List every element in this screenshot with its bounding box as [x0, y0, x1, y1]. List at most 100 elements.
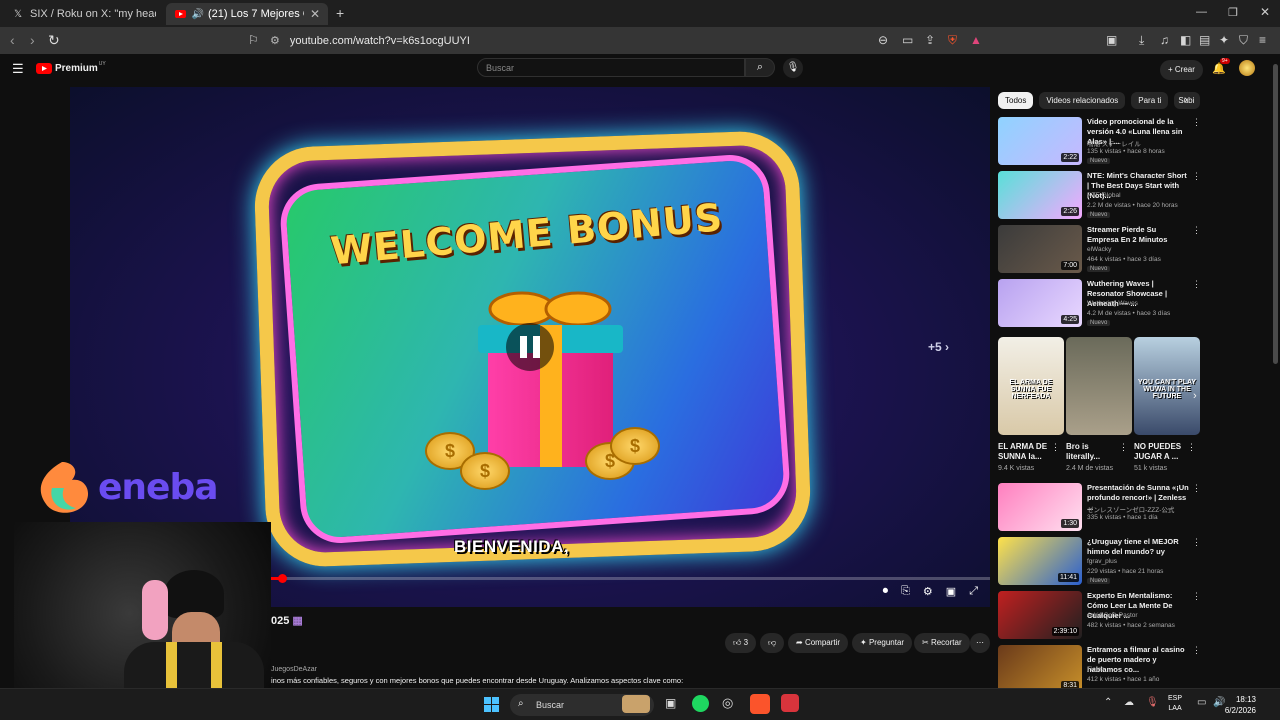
share-icon[interactable]: ⇪ — [925, 33, 935, 47]
create-button[interactable]: + Crear — [1160, 60, 1203, 80]
bookmark-icon[interactable]: ⚐ — [248, 33, 259, 47]
scrubber-handle[interactable] — [277, 574, 287, 583]
tab-youtube[interactable]: 🔊 (21) Los 7 Mejores Casinos Ol ✕ — [166, 3, 328, 25]
dislike-button[interactable]: 👎︎ — [760, 633, 785, 653]
short-title[interactable]: NO PUEDES JUGAR A ... — [1134, 442, 1188, 462]
video-thumbnail[interactable]: 8:31 — [998, 645, 1082, 693]
more-vert-icon[interactable]: ⋮ — [1192, 645, 1201, 656]
more-vert-icon[interactable]: ⋮ — [1192, 117, 1201, 128]
youtube-logo[interactable]: Premium UY — [36, 61, 106, 74]
video-thumbnail[interactable]: 7:00 — [998, 225, 1082, 273]
short-thumbnail[interactable]: EL ARMA DE SUNNA FUE NERFEADA — [998, 337, 1064, 435]
more-vert-icon[interactable]: ⋮ — [1192, 591, 1201, 602]
miniplayer-icon[interactable]: ▣ — [946, 585, 956, 598]
network-tray-icon[interactable]: ☁ — [1124, 697, 1134, 708]
channel-name[interactable]: NTE Global — [1087, 192, 1121, 199]
brave-shield-icon[interactable]: ⛨ — [948, 33, 957, 48]
brave-browser-icon[interactable] — [750, 694, 770, 714]
short-title[interactable]: EL ARMA DE SUNNA la... — [998, 442, 1052, 462]
chips-next-chevron-icon[interactable]: › — [1184, 94, 1188, 106]
clock[interactable]: 18:13 6/2/2026 — [1225, 694, 1256, 716]
sidebar-video[interactable]: 4:25 Wuthering Waves | Resonator Showcas… — [998, 279, 1203, 329]
chip-todos[interactable]: Todos — [998, 92, 1034, 109]
chip-related[interactable]: Videos relacionados — [1039, 92, 1126, 109]
close-window-icon[interactable]: ✕ — [1260, 5, 1270, 19]
more-vert-icon[interactable]: ⋮ — [1192, 171, 1201, 182]
video-description[interactable]: inos más confiables, seguros y con mejor… — [271, 676, 971, 685]
video-title[interactable]: Streamer Pierde Su Empresa En 2 Minutos — [1087, 225, 1189, 245]
menu-icon[interactable]: ≡ — [1259, 33, 1266, 47]
more-videos-button[interactable]: +5 › — [928, 340, 949, 354]
short-title[interactable]: Bro is literally... — [1066, 442, 1120, 462]
site-info-icon[interactable]: ⚙ — [270, 34, 280, 47]
mic-tray-icon[interactable]: 🎙 — [1146, 697, 1159, 708]
video-thumbnail[interactable]: 4:25 — [998, 279, 1082, 327]
video-title[interactable]: ¿Uruguay tiene el MEJOR himno del mundo?… — [1087, 537, 1189, 557]
display-icon[interactable]: ▭ — [1197, 697, 1206, 708]
cast-icon[interactable]: ▭ — [902, 33, 913, 47]
more-vert-icon[interactable]: ⋮ — [1192, 225, 1201, 236]
restore-icon[interactable]: ❐ — [1228, 6, 1238, 19]
sidebar-video[interactable]: 2:26 NTE: Mint's Character Short | The B… — [998, 171, 1203, 221]
pause-button[interactable] — [506, 323, 554, 371]
more-vert-icon[interactable]: ⋮ — [1192, 537, 1201, 548]
subtitles-icon[interactable]: ⎘ — [901, 585, 910, 598]
split-view-icon[interactable]: ◧ — [1180, 33, 1191, 47]
sidebar-video[interactable]: 1:30 Presentación de Sunna «¡Un profundo… — [998, 483, 1203, 533]
share-button[interactable]: ➦ Compartir — [788, 633, 849, 653]
sidebar-video[interactable]: 2:22 Video promocional de la versión 4.0… — [998, 117, 1203, 167]
scrollbar-thumb[interactable] — [1273, 64, 1278, 364]
close-tab-icon[interactable]: ✕ — [310, 7, 320, 21]
sidebar-video[interactable]: 2:39:10 Experto En Mentalismo: Cómo Leer… — [998, 591, 1203, 641]
autoplay-toggle-icon[interactable]: ⏺ — [883, 585, 889, 598]
back-icon[interactable]: ‹ — [10, 32, 15, 48]
more-vert-icon[interactable]: ⋮ — [1051, 442, 1060, 453]
clip-button[interactable]: ✂ Recortar — [914, 633, 970, 653]
short-thumbnail[interactable] — [1066, 337, 1132, 435]
obs-icon[interactable]: ◎ — [722, 695, 733, 711]
language-indicator[interactable]: ESP LAA — [1168, 694, 1182, 714]
more-vert-icon[interactable]: ⋮ — [1192, 483, 1201, 494]
more-vert-icon[interactable]: ⋮ — [1192, 279, 1201, 290]
channel-name[interactable]: fgrav_plus — [1087, 558, 1117, 565]
short-thumbnail[interactable]: YOU CAN'T PLAY WUWA IN THE FUTURE — [1134, 337, 1200, 435]
short-card[interactable]: Bro is literally... 2.4 M de vistas ⋮ — [1066, 337, 1132, 472]
short-card[interactable]: YOU CAN'T PLAY WUWA IN THE FUTURE NO PUE… — [1134, 337, 1200, 472]
sidebar-toggle-icon[interactable]: ▣ — [1106, 33, 1117, 47]
shorts-next-chevron-icon[interactable]: › — [1193, 390, 1197, 402]
media-icon[interactable]: ♫ — [1160, 33, 1169, 47]
video-thumbnail[interactable]: 2:39:10 — [998, 591, 1082, 639]
app-icon[interactable] — [781, 694, 799, 712]
channel-name[interactable]: JuegosDeAzar — [271, 666, 317, 673]
more-vert-icon[interactable]: ⋮ — [1119, 442, 1128, 453]
wallet-icon[interactable]: ▤ — [1199, 33, 1210, 47]
channel-name[interactable]: ゼンレスゾーンゼロ-ZZZ-公式 — [1087, 504, 1174, 514]
zoom-icon[interactable]: ⊖ — [878, 33, 888, 47]
brave-rewards-icon[interactable]: ▲ — [970, 33, 982, 47]
tray-chevron-icon[interactable]: ⌃ — [1104, 697, 1112, 708]
video-thumbnail[interactable]: 2:26 — [998, 171, 1082, 219]
chip-for-you[interactable]: Para ti — [1131, 92, 1169, 109]
download-icon[interactable]: ⤓ — [1139, 33, 1144, 48]
channel-name[interactable]: Adriá Solà Pastor — [1087, 612, 1138, 619]
channel-name[interactable]: Fieles — [1087, 666, 1104, 673]
fullscreen-icon[interactable]: ⤢ — [969, 585, 978, 598]
channel-name[interactable]: Wuthering Waves — [1087, 300, 1138, 307]
new-tab-button[interactable]: + — [336, 5, 344, 21]
task-view-icon[interactable]: ▣ — [665, 696, 676, 710]
voice-search-button[interactable]: 🎙 — [783, 58, 803, 78]
tab-twitter[interactable]: 𝕏 SIX / Roku on X: "my headcanon is th — [4, 3, 164, 25]
sidebar-video[interactable]: 11:41 ¿Uruguay tiene el MEJOR himno del … — [998, 537, 1203, 587]
windows-start-icon[interactable] — [484, 697, 499, 717]
video-thumbnail[interactable]: 1:30 — [998, 483, 1082, 531]
more-vert-icon[interactable]: ⋮ — [1187, 442, 1196, 453]
more-actions-button[interactable]: ⋯ — [970, 633, 990, 653]
sidebar-video[interactable]: 7:00 Streamer Pierde Su Empresa En 2 Min… — [998, 225, 1203, 275]
leo-ai-icon[interactable]: ✦ — [1219, 33, 1229, 47]
settings-gear-icon[interactable]: ⚙ — [923, 585, 933, 598]
ask-button[interactable]: ✦ Preguntar — [852, 633, 913, 653]
page-scrollbar[interactable] — [1270, 54, 1280, 688]
forward-icon[interactable]: › — [30, 32, 35, 48]
short-card[interactable]: EL ARMA DE SUNNA FUE NERFEADA EL ARMA DE… — [998, 337, 1064, 472]
video-thumbnail[interactable]: 11:41 — [998, 537, 1082, 585]
